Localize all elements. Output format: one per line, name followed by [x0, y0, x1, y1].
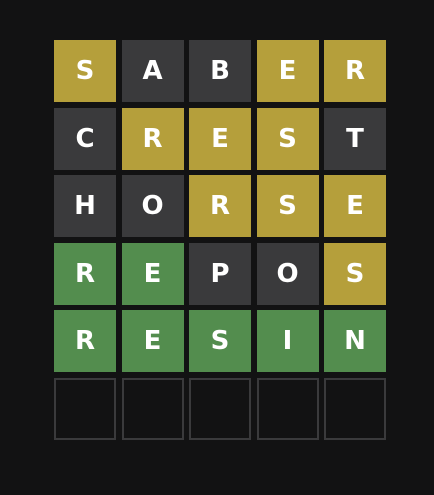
empty-tile [189, 377, 251, 440]
letter-tile: O [121, 175, 184, 237]
empty-tile [324, 377, 386, 440]
letter-tile: N [324, 310, 386, 372]
letter-tile: O [256, 242, 319, 305]
letter-tile: E [121, 242, 184, 305]
letter-tile: S [324, 242, 386, 305]
letter-tile: S [189, 310, 251, 372]
letter-tile: E [189, 107, 251, 170]
letter-tile: C [54, 107, 116, 170]
letter-tile: R [54, 242, 116, 305]
letter-tile: R [189, 175, 251, 237]
letter-tile: E [121, 310, 184, 372]
letter-tile: T [324, 107, 386, 170]
letter-tile: I [256, 310, 319, 372]
letter-tile: S [256, 107, 319, 170]
letter-tile: H [54, 175, 116, 237]
letter-tile: A [121, 40, 184, 102]
letter-tile: B [189, 40, 251, 102]
letter-tile: E [256, 40, 319, 102]
letter-tile: P [189, 242, 251, 305]
letter-tile: S [54, 40, 116, 102]
empty-tile [121, 377, 184, 440]
letter-tile: R [54, 310, 116, 372]
empty-tile [54, 377, 116, 440]
letter-tile: E [324, 175, 386, 237]
letter-tile: R [121, 107, 184, 170]
letter-tile: S [256, 175, 319, 237]
empty-tile [256, 377, 319, 440]
letter-tile: R [324, 40, 386, 102]
game-board: SABERCRESTHORSEREPOSRESIN [54, 40, 386, 442]
